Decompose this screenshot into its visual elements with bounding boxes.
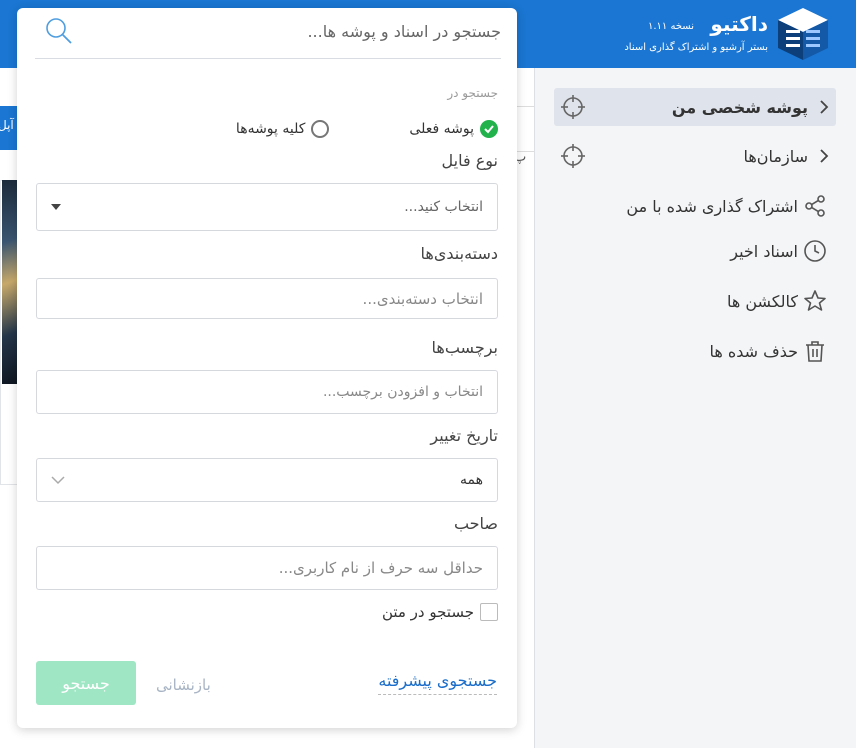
trash-icon bbox=[802, 338, 828, 364]
modified-date-value: همه bbox=[460, 472, 483, 488]
sidebar-item-label: اسناد اخیر bbox=[730, 241, 798, 261]
scope-all-folders[interactable]: کلیه پوشه‌ها bbox=[236, 120, 330, 138]
crosshair-icon bbox=[560, 143, 586, 169]
star-icon bbox=[802, 288, 828, 314]
categories-input[interactable]: انتخاب دسته‌بندی... bbox=[36, 278, 498, 319]
search-scope-group: پوشه فعلی کلیه پوشه‌ها bbox=[58, 118, 498, 140]
sidebar-item-label: سازمان‌ها bbox=[743, 146, 808, 166]
search-bar bbox=[35, 8, 501, 59]
document-thumbnail bbox=[2, 180, 18, 384]
sidebar-item-trash[interactable]: حذف شده ها bbox=[560, 332, 836, 370]
upload-button-label: آپل bbox=[0, 118, 14, 132]
tags-label: برچسب‌ها bbox=[431, 338, 498, 357]
modified-date-select[interactable]: همه bbox=[36, 458, 498, 502]
owner-input[interactable]: حداقل سه حرف از نام کاربری... bbox=[36, 546, 498, 590]
chevron-left-icon[interactable] bbox=[814, 99, 830, 115]
brand-name: داکتیو bbox=[710, 12, 768, 36]
sidebar-item-label: پوشه شخصی من bbox=[671, 97, 808, 117]
chevron-left-icon[interactable] bbox=[814, 148, 830, 164]
categories-placeholder: انتخاب دسته‌بندی... bbox=[362, 289, 483, 308]
brand[interactable]: داکتیو نسخه ۱.۱۱ بستر آرشیو و اشتراک گذا… bbox=[590, 6, 830, 62]
fulltext-checkbox[interactable] bbox=[480, 603, 498, 621]
sidebar-item-label: حذف شده ها bbox=[709, 341, 798, 361]
radio-unchecked-icon[interactable] bbox=[311, 120, 330, 138]
search-button[interactable]: جستجو bbox=[36, 661, 136, 705]
owner-placeholder: حداقل سه حرف از نام کاربری... bbox=[278, 559, 483, 577]
logo-icon bbox=[778, 8, 828, 60]
brand-tagline: بستر آرشیو و اشتراک گذاری اسناد bbox=[624, 42, 768, 53]
reset-button[interactable]: بازنشانی bbox=[156, 676, 211, 694]
sidebar-item-shared-with-me[interactable]: اشتراک گذاری شده با من bbox=[560, 187, 836, 225]
fulltext-search-option[interactable]: جستجو در متن bbox=[382, 603, 498, 621]
sidebar: پوشه شخصی من سازمان‌ها اشتراک گذاری شده … bbox=[534, 68, 856, 748]
modified-date-label: تاریخ تغییر bbox=[430, 426, 498, 445]
clock-icon bbox=[802, 238, 828, 264]
tags-placeholder: انتخاب و افزودن برچسب... bbox=[322, 384, 483, 400]
scope-option-label: پوشه فعلی bbox=[409, 121, 474, 137]
advanced-search-link[interactable]: جستجوی پیشرفته bbox=[378, 671, 497, 695]
sidebar-item-personal-folder[interactable]: پوشه شخصی من bbox=[554, 88, 836, 126]
scope-current-folder[interactable]: پوشه فعلی bbox=[409, 120, 498, 138]
file-type-value: انتخاب کنید... bbox=[404, 199, 483, 215]
search-icon[interactable] bbox=[45, 17, 73, 45]
crosshair-icon bbox=[560, 94, 586, 120]
sidebar-item-collections[interactable]: کالکشن ها bbox=[560, 282, 836, 320]
caret-down-icon bbox=[51, 204, 61, 210]
file-type-label: نوع فایل bbox=[441, 151, 498, 170]
brand-version: نسخه ۱.۱۱ bbox=[648, 21, 694, 32]
search-input[interactable] bbox=[81, 16, 501, 46]
sidebar-item-label: اشتراک گذاری شده با من bbox=[626, 196, 798, 216]
file-type-select[interactable]: انتخاب کنید... bbox=[36, 183, 498, 231]
owner-label: صاحب bbox=[453, 514, 498, 533]
sidebar-item-recent-documents[interactable]: اسناد اخیر bbox=[560, 232, 836, 270]
sidebar-item-organizations[interactable]: سازمان‌ها bbox=[554, 137, 836, 175]
radio-checked-icon[interactable] bbox=[480, 120, 498, 138]
chevron-down-icon bbox=[51, 476, 65, 485]
categories-label: دسته‌بندی‌ها bbox=[420, 244, 498, 263]
background-input[interactable] bbox=[516, 106, 534, 152]
fulltext-label: جستجو در متن bbox=[381, 603, 474, 621]
search-scope-label: جستجو در bbox=[447, 86, 498, 100]
scope-option-label: کلیه پوشه‌ها bbox=[235, 121, 306, 137]
share-icon bbox=[802, 193, 828, 219]
advanced-search-panel: جستجو در پوشه فعلی کلیه پوشه‌ها نوع فایل… bbox=[17, 8, 517, 728]
tags-input[interactable]: انتخاب و افزودن برچسب... bbox=[36, 370, 498, 414]
sidebar-item-label: کالکشن ها bbox=[726, 291, 798, 311]
